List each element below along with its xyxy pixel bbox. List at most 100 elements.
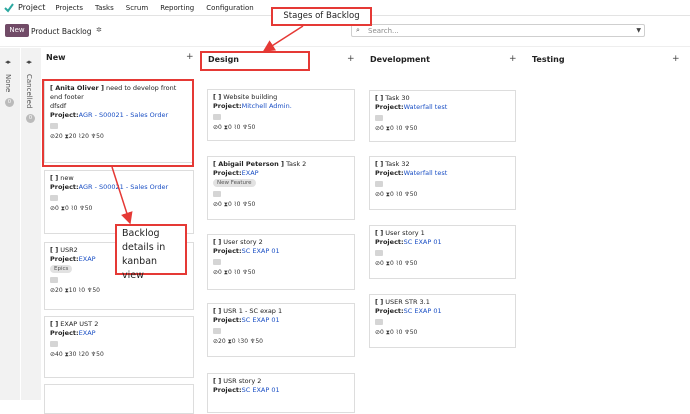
project-link[interactable]: SC EXAP 01	[242, 247, 280, 255]
folded-column-none[interactable]: ◂▸ None 0	[0, 48, 20, 400]
card-stats: ⊘0 ⧗0 ⌇0 ♆50	[213, 269, 256, 276]
avatar-icon[interactable]	[375, 250, 383, 256]
project-label: Project:	[213, 102, 242, 110]
kanban-card[interactable]: [ ] User story 1 Project:SC EXAP 01 ⊘0 ⧗…	[369, 225, 516, 279]
kanban-card[interactable]: [ ] Website building Project:Mitchell Ad…	[207, 89, 355, 141]
kanban-card[interactable]: [ ] EXAP UST 2 Project:EXAP ⊘40 ⧗30 ⌇20 …	[44, 316, 194, 378]
card-title: Website building	[221, 93, 278, 101]
add-card-button[interactable]: +	[347, 54, 355, 64]
card-stats: ⊘20 ⧗10 ⌇0 ♆50	[50, 287, 100, 294]
kanban-card[interactable]: [ ] USR story 2 Project:SC EXAP 01	[207, 373, 355, 413]
project-link[interactable]: EXAP	[242, 169, 259, 177]
card-stats: ⊘0 ⧗0 ⌇0 ♆50	[375, 125, 418, 132]
card-stats: ⊘0 ⧗0 ⌇0 ♆50	[213, 201, 256, 208]
menu-reporting[interactable]: Reporting	[160, 4, 194, 12]
avatar-icon[interactable]	[213, 191, 221, 197]
project-label: Project:	[213, 169, 242, 177]
search-icon: ⌕	[356, 26, 360, 34]
folded-column-cancelled[interactable]: ◂▸ Cancelled 0	[21, 48, 41, 400]
avatar-icon[interactable]	[50, 277, 58, 283]
expand-arrows-icon[interactable]: ◂▸	[26, 58, 32, 66]
card-stats: ⊘0 ⧗0 ⌇0 ♆50	[213, 124, 256, 131]
add-card-button[interactable]: +	[509, 54, 517, 64]
menu-tasks[interactable]: Tasks	[95, 4, 114, 12]
column-design: Design + [ ] Website building Project:Mi…	[207, 48, 355, 413]
menu-configuration[interactable]: Configuration	[206, 4, 253, 12]
folded-column-label: None	[4, 74, 12, 93]
search-input[interactable]: ⌕ Search... ▼	[351, 24, 645, 37]
tag-badge: Epics	[50, 265, 73, 273]
project-label: Project:	[213, 247, 242, 255]
card-stats: ⊘0 ⧗0 ⌇0 ♆50	[50, 205, 93, 212]
card-assignee: [ ]	[213, 307, 222, 315]
card-assignee: [ ]	[213, 93, 222, 101]
avatar-icon[interactable]	[50, 341, 58, 347]
tag-badge: New Feature	[213, 179, 256, 187]
card-assignee: [ ]	[213, 238, 222, 246]
project-link[interactable]: Waterfall test	[404, 103, 448, 111]
avatar-icon[interactable]	[50, 195, 58, 201]
avatar-icon[interactable]	[375, 181, 383, 187]
avatar-icon[interactable]	[375, 115, 383, 121]
avatar-icon[interactable]	[213, 328, 221, 334]
project-link[interactable]: Waterfall test	[404, 169, 448, 177]
design-column-highlight	[200, 51, 310, 71]
project-link[interactable]: SC EXAP 01	[404, 307, 442, 315]
count-badge: 0	[26, 114, 35, 123]
project-app-icon[interactable]	[4, 2, 14, 13]
menu-scrum[interactable]: Scrum	[126, 4, 148, 12]
chevron-down-icon[interactable]: ▼	[636, 27, 641, 34]
folded-column-label: Cancelled	[25, 74, 33, 109]
project-label: Project:	[50, 329, 79, 337]
card-title: USR story 2	[221, 377, 262, 385]
column-title: Development	[370, 55, 430, 64]
project-label: Project:	[375, 238, 404, 246]
menu-projects[interactable]: Projects	[55, 4, 83, 12]
project-label: Project:	[50, 183, 79, 191]
gear-icon[interactable]: ✲	[96, 26, 102, 34]
project-link[interactable]: SC EXAP 01	[242, 386, 280, 394]
avatar-icon[interactable]	[213, 259, 221, 265]
card-title: User story 1	[383, 229, 425, 237]
project-label: Project:	[375, 169, 404, 177]
count-badge: 0	[5, 98, 14, 107]
card-highlight	[42, 79, 194, 167]
annotation-details: Backlog details in kanban view	[115, 224, 187, 281]
card-title: Task 2	[284, 160, 307, 168]
kanban-card[interactable]: [ ] Task 32 Project:Waterfall test ⊘0 ⧗0…	[369, 156, 516, 210]
annotation-stages: Stages of Backlog	[271, 7, 372, 26]
project-label: Project:	[375, 103, 404, 111]
project-link[interactable]: AGR - S00021 - Sales Order	[79, 183, 168, 191]
card-assignee: [ ]	[375, 160, 384, 168]
add-card-button[interactable]: +	[672, 54, 680, 64]
avatar-icon[interactable]	[375, 319, 383, 325]
card-assignee: [ ]	[375, 298, 384, 306]
column-title: New	[46, 53, 66, 62]
project-label: Project:	[213, 316, 242, 324]
column-development: Development + [ ] Task 30 Project:Waterf…	[369, 48, 517, 400]
kanban-card[interactable]	[44, 384, 194, 414]
card-assignee: [ ]	[50, 246, 59, 254]
kanban-card[interactable]: [ ] USR 1 - SC exap 1 Project:SC EXAP 01…	[207, 303, 355, 357]
card-title: USER STR 3.1	[383, 298, 430, 306]
add-card-button[interactable]: +	[186, 52, 194, 62]
avatar-icon[interactable]	[213, 114, 221, 120]
breadcrumb: Product Backlog	[31, 27, 92, 36]
new-button[interactable]: New	[5, 24, 29, 37]
project-link[interactable]: SC EXAP 01	[242, 316, 280, 324]
card-stats: ⊘20 ⧗0 ⌇30 ♆50	[213, 338, 263, 345]
kanban-card[interactable]: [ Abigail Peterson ] Task 2 Project:EXAP…	[207, 156, 355, 220]
expand-arrows-icon[interactable]: ◂▸	[5, 58, 11, 66]
kanban-card[interactable]: [ ] User story 2 Project:SC EXAP 01 ⊘0 ⧗…	[207, 234, 355, 290]
card-title: USR2	[58, 246, 78, 254]
card-assignee: [ ]	[213, 377, 222, 385]
kanban-card[interactable]: [ ] Task 30 Project:Waterfall test ⊘0 ⧗0…	[369, 90, 516, 142]
app-name[interactable]: Project	[18, 3, 45, 12]
project-link[interactable]: EXAP	[79, 255, 96, 263]
card-stats: ⊘0 ⧗0 ⌇0 ♆50	[375, 329, 418, 336]
project-link[interactable]: Mitchell Admin.	[242, 102, 292, 110]
card-stats: ⊘40 ⧗30 ⌇20 ♆50	[50, 351, 104, 358]
kanban-card[interactable]: [ ] USER STR 3.1 Project:SC EXAP 01 ⊘0 ⧗…	[369, 294, 516, 348]
project-link[interactable]: SC EXAP 01	[404, 238, 442, 246]
project-link[interactable]: EXAP	[79, 329, 96, 337]
